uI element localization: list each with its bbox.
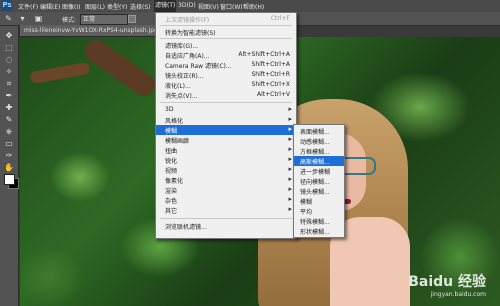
menu-item-pixelate[interactable]: 像素化 ▸ [156, 175, 296, 185]
menu-3d[interactable]: 3D(D) [178, 2, 196, 9]
tree-branch [29, 61, 91, 85]
watermark-sub: jingyan.baidu.com [430, 291, 486, 298]
menu-item-browse-online-filters[interactable]: 浏览联机滤镜... [156, 221, 296, 231]
menu-layer[interactable]: 图层(L) [85, 2, 105, 11]
toolbox: ✥ ⬚ ◌ ✧ ⌗ ✒ ✚ ✎ ⎈ ▭ ✑ ✋ [0, 26, 19, 306]
brush-preset-icon[interactable]: ▾ [18, 14, 27, 23]
submenu-item-lens-blur[interactable]: 镜头模糊... [294, 186, 344, 196]
menu-item-blur-gallery[interactable]: 模糊画廊 ▸ [156, 135, 296, 145]
menu-help[interactable]: 帮助(H) [243, 2, 264, 11]
menu-item-other[interactable]: 其它 ▸ [156, 205, 296, 215]
submenu-item-blur[interactable]: 模糊 [294, 196, 344, 206]
chevron-right-icon: ▸ [288, 155, 292, 163]
blur-submenu: 表面模糊... 动感模糊... 方框模糊... 高斯模糊... 进一步模糊 径向… [293, 124, 345, 238]
quick-select-tool-icon[interactable]: ✧ [3, 66, 15, 77]
menu-item-adaptive-wide-angle[interactable]: 自适应广角(A)... Alt+Shift+Ctrl+A [156, 50, 296, 60]
chevron-right-icon: ▸ [288, 145, 292, 153]
submenu-item-smart-blur[interactable]: 特殊模糊... [294, 216, 344, 226]
menu-item-video[interactable]: 视频 ▸ [156, 165, 296, 175]
menu-item-liquify[interactable]: 液化(L)... Shift+Ctrl+X [156, 80, 296, 90]
menu-item-render[interactable]: 渲染 ▸ [156, 185, 296, 195]
menu-item-sharpen[interactable]: 锐化 ▸ [156, 155, 296, 165]
menu-item-lens-correction[interactable]: 镜头校正(R)... Shift+Ctrl+R [156, 70, 296, 80]
menu-view[interactable]: 视图(V) [198, 2, 219, 11]
foreground-color-swatch[interactable] [4, 174, 15, 185]
submenu-item-box-blur[interactable]: 方框模糊... [294, 146, 344, 156]
submenu-item-blur-more[interactable]: 进一步模糊 [294, 166, 344, 176]
submenu-item-surface-blur[interactable]: 表面模糊... [294, 126, 344, 136]
menu-item-3d[interactable]: 3D ▸ [156, 105, 296, 115]
menu-item-distort[interactable]: 扭曲 ▸ [156, 145, 296, 155]
marquee-tool-icon[interactable]: ⬚ [3, 42, 15, 53]
brush-tool-icon[interactable]: ✎ [4, 14, 13, 23]
submenu-item-average[interactable]: 平均 [294, 206, 344, 216]
menu-select[interactable]: 选择(S) [130, 2, 151, 11]
chevron-right-icon: ▸ [288, 105, 292, 113]
chevron-right-icon: ▸ [288, 175, 292, 183]
eraser-tool-icon[interactable]: ▭ [3, 138, 15, 149]
mode-label: 模式: [62, 17, 77, 24]
menu-file[interactable]: 文件(F) [18, 2, 38, 11]
chevron-right-icon: ▸ [288, 165, 292, 173]
lasso-tool-icon[interactable]: ◌ [3, 54, 15, 65]
menu-item-vanishing-point[interactable]: 消失点(V)... Alt+Ctrl+V [156, 90, 296, 100]
menu-item-noise[interactable]: 杂色 ▸ [156, 195, 296, 205]
option-checkbox[interactable] [128, 15, 136, 23]
move-tool-icon[interactable]: ✥ [3, 30, 15, 41]
menu-item-last-filter: 上次滤镜操作(F) Ctrl+F [165, 15, 290, 24]
eyedropper-tool-icon[interactable]: ✒ [3, 90, 15, 101]
chevron-right-icon: ▸ [288, 205, 292, 213]
menu-image[interactable]: 图像(I) [62, 2, 80, 11]
menu-item-stylize[interactable]: 风格化 ▸ [156, 115, 296, 125]
photoshop-logo: Ps [2, 0, 12, 11]
submenu-item-shape-blur[interactable]: 形状模糊... [294, 226, 344, 236]
submenu-item-motion-blur[interactable]: 动感模糊... [294, 136, 344, 146]
tree-branch [80, 37, 160, 100]
hand-tool-icon[interactable]: ✋ [3, 162, 15, 173]
chevron-right-icon: ▸ [288, 115, 292, 123]
menu-item-camera-raw[interactable]: Camera Raw 滤镜(C)... Shift+Ctrl+A [156, 60, 296, 70]
stamp-tool-icon[interactable]: ⎈ [3, 126, 15, 137]
healing-tool-icon[interactable]: ✚ [3, 102, 15, 113]
submenu-item-radial-blur[interactable]: 径向模糊... [294, 176, 344, 186]
menu-filter[interactable]: 滤镜(T) [154, 0, 177, 12]
mode-select[interactable]: 正常 [80, 14, 128, 25]
submenu-item-gaussian-blur[interactable]: 高斯模糊... [294, 156, 344, 166]
filter-menu: 上次滤镜操作(F) Ctrl+F 转换为智能滤镜(S) 滤镜库(G)... 自适应… [155, 12, 297, 239]
menu-item-convert-smart-filter[interactable]: 转换为智能滤镜(S) [156, 27, 296, 37]
menu-type[interactable]: 类型(Y) [107, 2, 127, 11]
watermark-text: Baidu 经验 [408, 274, 486, 290]
menu-window[interactable]: 窗口(W) [220, 2, 243, 11]
menu-item-blur[interactable]: 模糊 ▸ [156, 125, 296, 135]
watermark: Baidu 经验 jingyan.baidu.com [408, 271, 486, 298]
brush-panel-icon[interactable]: ▣ [34, 14, 43, 23]
chevron-right-icon: ▸ [288, 125, 292, 133]
pen-tool-icon[interactable]: ✑ [3, 150, 15, 161]
menu-item-filter-gallery[interactable]: 滤镜库(G)... [156, 40, 296, 50]
chevron-right-icon: ▸ [288, 195, 292, 203]
chevron-right-icon: ▸ [288, 135, 292, 143]
menu-edit[interactable]: 编辑(E) [40, 2, 60, 11]
brush-tool-icon[interactable]: ✎ [3, 114, 15, 125]
crop-tool-icon[interactable]: ⌗ [3, 78, 15, 89]
chevron-right-icon: ▸ [288, 185, 292, 193]
